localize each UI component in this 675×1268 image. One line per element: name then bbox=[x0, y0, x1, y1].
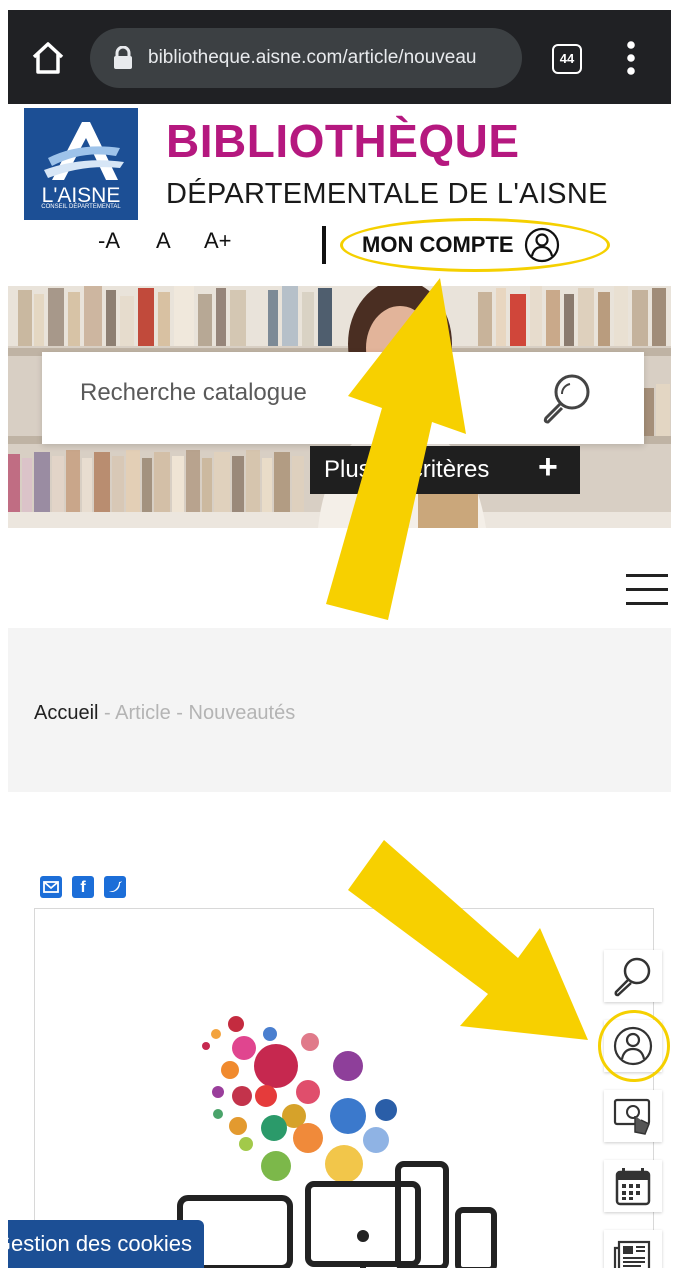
breadcrumb-home-link[interactable]: Accueil bbox=[34, 702, 98, 724]
cookie-settings-label: Gestion des cookies bbox=[8, 1231, 192, 1256]
plus-icon: + bbox=[538, 448, 558, 486]
more-criteria-button[interactable]: Plus de critères + bbox=[310, 446, 580, 494]
touch-screen-icon bbox=[613, 1098, 651, 1135]
screen: bibliotheque.aisne.com/article/nouveau 4… bbox=[8, 10, 671, 1268]
twitter-icon[interactable] bbox=[104, 876, 126, 898]
more-criteria-label: Plus de critères bbox=[324, 456, 490, 483]
search-icon[interactable] bbox=[540, 370, 596, 426]
menu-icon[interactable] bbox=[626, 572, 668, 608]
device-outlines bbox=[177, 1161, 497, 1268]
home-icon[interactable] bbox=[30, 40, 66, 76]
url-text: bibliotheque.aisne.com/article/nouveau bbox=[148, 47, 477, 68]
cookie-settings-button[interactable]: Gestion des cookies bbox=[8, 1220, 204, 1268]
lock-icon bbox=[114, 46, 132, 69]
side-calendar-button[interactable] bbox=[604, 1160, 662, 1212]
browser-toolbar: bibliotheque.aisne.com/article/nouveau 4… bbox=[8, 10, 671, 104]
email-icon[interactable] bbox=[40, 876, 62, 898]
devices-illustration bbox=[177, 1016, 497, 1268]
site-title: BIBLIOTHÈQUE bbox=[166, 115, 520, 167]
logo-subtext: CONSEIL DÉPARTEMENTAL bbox=[41, 204, 121, 210]
header-divider bbox=[322, 226, 326, 264]
highlight-circle-side-account bbox=[598, 1010, 670, 1082]
site-logo[interactable]: L'AISNE CONSEIL DÉPARTEMENTAL bbox=[24, 108, 138, 220]
font-increase-button[interactable]: A+ bbox=[204, 228, 232, 254]
colored-dots bbox=[202, 1016, 397, 1183]
tab-switcher-button[interactable]: 44 bbox=[552, 44, 582, 74]
font-decrease-button[interactable]: -A bbox=[98, 228, 120, 254]
side-news-button[interactable] bbox=[604, 1230, 662, 1268]
search-input[interactable] bbox=[78, 378, 502, 408]
share-buttons: f bbox=[40, 876, 126, 898]
address-bar[interactable]: bibliotheque.aisne.com/article/nouveau bbox=[90, 28, 522, 88]
breadcrumb-path: - Article - Nouveautés bbox=[104, 702, 296, 724]
font-normal-button[interactable]: A bbox=[156, 228, 171, 254]
calendar-icon bbox=[615, 1168, 651, 1206]
highlight-circle-account bbox=[340, 218, 610, 272]
facebook-icon[interactable]: f bbox=[72, 876, 94, 898]
more-vert-icon[interactable] bbox=[626, 40, 636, 76]
breadcrumb: Accueil - Article - Nouveautés bbox=[34, 702, 295, 725]
catalogue-search-box bbox=[42, 352, 644, 444]
search-icon bbox=[614, 957, 651, 997]
site-subtitle: DÉPARTEMENTALE DE L'AISNE bbox=[166, 178, 608, 210]
side-touch-button[interactable] bbox=[604, 1090, 662, 1142]
newspaper-icon bbox=[613, 1240, 651, 1268]
side-search-button[interactable] bbox=[604, 950, 662, 1002]
